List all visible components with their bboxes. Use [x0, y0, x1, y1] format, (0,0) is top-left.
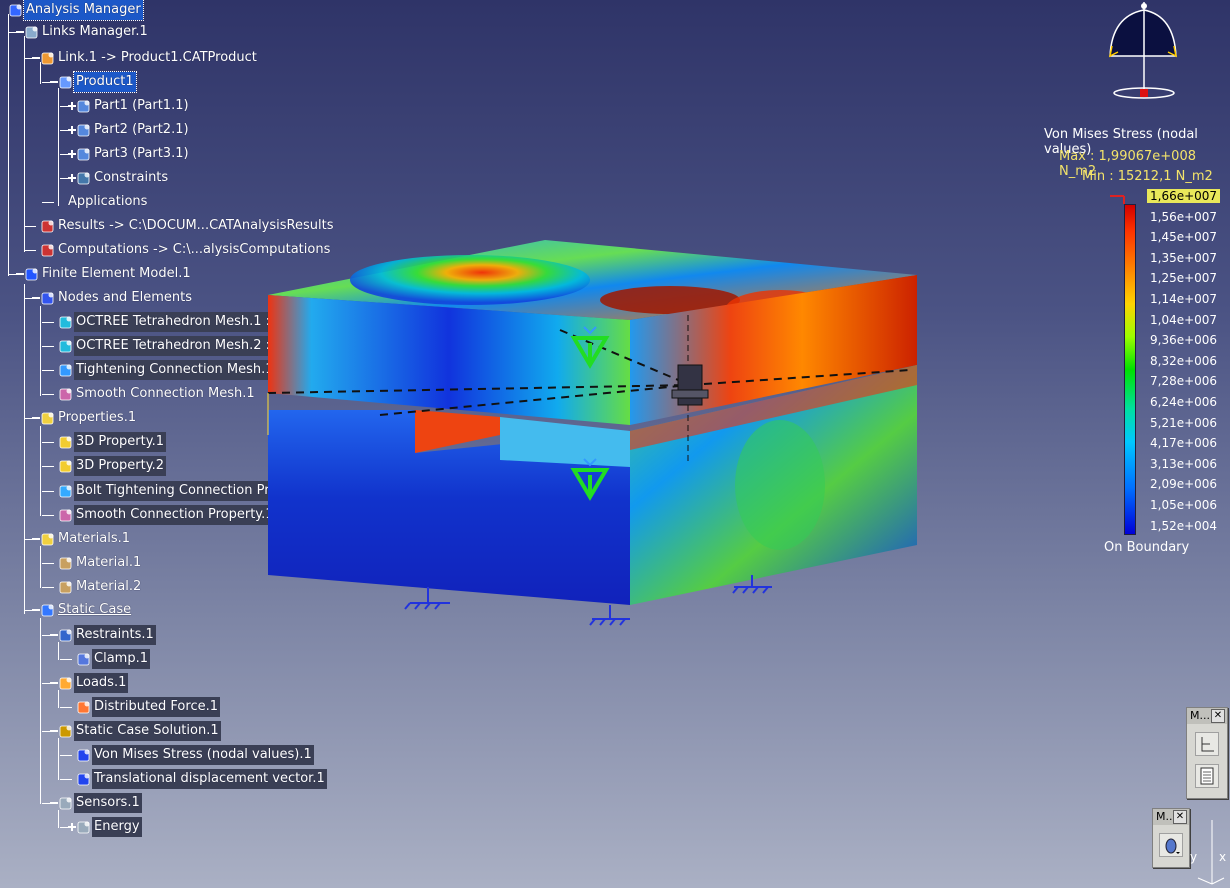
results-link-icon [41, 220, 54, 233]
tree-node-label: Links Manager.1 [42, 24, 148, 39]
tree-node-label: 3D Property.1 [74, 432, 166, 452]
tree-node-label: Analysis Manager [23, 0, 144, 21]
part-icon [77, 124, 90, 137]
displacement-image-icon [77, 773, 90, 786]
force-icon [77, 701, 90, 714]
analysis-manager-icon [9, 4, 22, 17]
tetra-mesh-icon [59, 316, 72, 329]
static-case-icon [41, 604, 54, 617]
tree-node-label: Sensors.1 [74, 793, 142, 813]
scale-value-label: 3,13e+006 [1150, 456, 1218, 471]
close-icon[interactable]: ✕ [1173, 810, 1187, 824]
scale-value-label: 6,24e+006 [1150, 395, 1218, 409]
scale-value-label: 1,56e+007 [1150, 209, 1218, 224]
tree-node-label: Static Case Solution.1 [74, 721, 221, 741]
analysis-toolbar[interactable]: M... ✕ [1186, 707, 1228, 799]
nodes-elements-icon [41, 292, 54, 305]
tree-node-label: Results -> C:\DOCUM...CATAnalysisResults [58, 218, 334, 233]
sensors-icon [59, 797, 72, 810]
scale-value-label: 1,25e+007 [1150, 271, 1218, 286]
bolt-property-icon [59, 485, 72, 498]
scale-value-label: 5,21e+006 [1150, 415, 1218, 430]
tree-node-label: Materials.1 [58, 531, 130, 546]
compass-widget[interactable] [1098, 0, 1188, 110]
view-toolbar[interactable]: M... ✕ [1152, 808, 1190, 868]
close-icon[interactable]: ✕ [1211, 709, 1225, 723]
tetra-mesh-icon [59, 340, 72, 353]
cube-property-icon [59, 436, 72, 449]
tree-node-label: Distributed Force.1 [92, 697, 220, 717]
tree-node-label: Smooth Connection Mesh.1 [76, 386, 255, 401]
tightening-mesh-icon [59, 364, 72, 377]
color-scale-bar[interactable] [1124, 204, 1136, 535]
tree-node-label: Clamp.1 [92, 649, 150, 669]
tree-node-label: Finite Element Model.1 [42, 266, 191, 281]
report-button[interactable] [1195, 764, 1219, 788]
axis-label-y: y [1190, 850, 1198, 864]
cube-property-icon [59, 460, 72, 473]
folder-icon [41, 533, 54, 546]
tree-node-label: Restraints.1 [74, 625, 156, 645]
tree-node-label: Energy [92, 817, 142, 837]
view-mode-button[interactable] [1159, 833, 1183, 857]
tree-node-label: Material.1 [76, 555, 142, 570]
scale-max-marker-icon [1110, 195, 1125, 204]
scale-value-label: 1,45e+007 [1150, 230, 1218, 245]
add-sensor-button[interactable] [1195, 732, 1219, 756]
tree-node-label: Link.1 -> Product1.CATProduct [58, 50, 257, 65]
tree-node-label: Part1 (Part1.1) [94, 98, 189, 113]
product-icon [59, 76, 72, 89]
solution-icon [59, 725, 72, 738]
scale-value-label: 1,52e+004 [1150, 518, 1218, 533]
fem-model-viewport[interactable] [260, 235, 940, 635]
stress-image-icon [77, 749, 90, 762]
analysis-toolbar-title: M... [1190, 709, 1210, 722]
tree-node-label: Constraints [94, 170, 169, 185]
scale-value-label: 7,28e+006 [1150, 374, 1218, 389]
tree-node-label: Smooth Connection Property.1 [74, 505, 276, 525]
computations-link-icon [41, 244, 54, 257]
scale-value-label: 9,36e+006 [1150, 333, 1218, 348]
scale-value-label: 1,35e+007 [1150, 250, 1218, 265]
tree-node-label: Nodes and Elements [58, 290, 193, 305]
clamp-icon [77, 653, 90, 666]
legend-min: Min : 15212,1 N_m2 [1082, 169, 1213, 184]
material-icon [59, 581, 72, 594]
part-icon [77, 148, 90, 161]
tree-node-label: Material.2 [76, 579, 142, 594]
link-icon [41, 52, 54, 65]
scale-value-label: 2,09e+006 [1150, 477, 1218, 492]
loads-icon [59, 677, 72, 690]
scale-value-label: 1,05e+006 [1150, 498, 1218, 512]
constraints-icon [77, 172, 90, 185]
tree-node-label: Tightening Connection Mesh.1 [74, 360, 276, 380]
scale-value-label: 4,17e+006 [1150, 436, 1218, 451]
part-icon [77, 100, 90, 113]
smooth-mesh-icon [59, 388, 72, 401]
scale-value-label: 1,66e+007 [1147, 189, 1221, 203]
tree-node-label: Properties.1 [58, 410, 137, 425]
smooth-property-icon [59, 509, 72, 522]
tree-node-label: 3D Property.2 [74, 456, 166, 476]
fem-icon [25, 268, 38, 281]
scale-value-label: 1,04e+007 [1150, 312, 1218, 327]
tree-node-label: Applications [68, 194, 148, 209]
tree-node-label: Part2 (Part2.1) [94, 122, 189, 137]
links-manager-icon [25, 26, 38, 39]
tree-node-label: Static Case [58, 602, 132, 617]
tree-node-label: Product1 [73, 71, 137, 93]
scale-value-label: 1,14e+007 [1150, 292, 1218, 306]
scale-value-label: 8,32e+006 [1150, 353, 1218, 368]
tree-node-label: Loads.1 [74, 673, 129, 693]
on-boundary-label: On Boundary [1104, 540, 1190, 555]
restraints-icon [59, 629, 72, 642]
folder-icon [41, 412, 54, 425]
axis-label-x: x [1219, 850, 1227, 864]
sensors-icon [77, 821, 90, 834]
tree-node-label: Von Mises Stress (nodal values).1 [92, 745, 314, 765]
material-icon [59, 557, 72, 570]
tree-node-label: Translational displacement vector.1 [92, 769, 327, 789]
tree-node-label: Part3 (Part3.1) [94, 146, 189, 161]
